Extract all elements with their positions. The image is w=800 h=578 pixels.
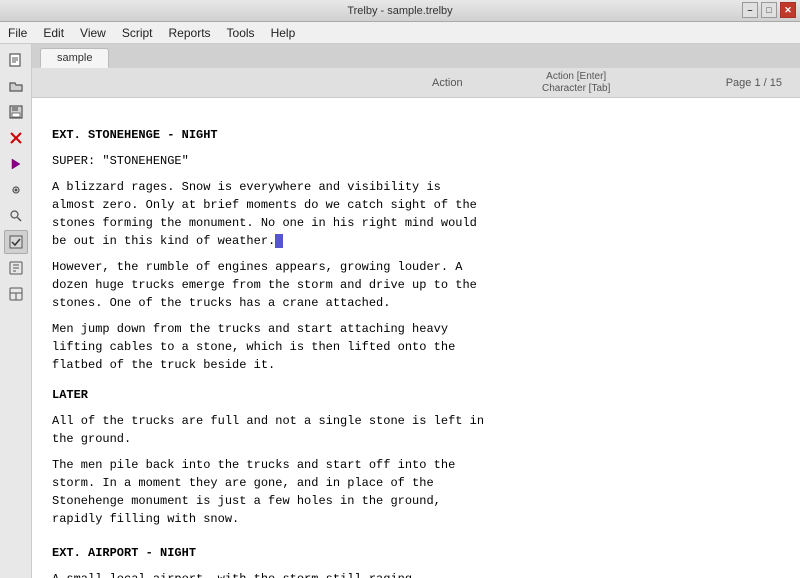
menu-item-edit[interactable]: Edit xyxy=(35,22,72,43)
scene-heading-2: EXT. AIRPORT - NIGHT xyxy=(52,544,760,562)
editor-wrapper: EXT. STONEHENGE - NIGHT SUPER: "STONEHEN… xyxy=(32,98,800,578)
action-5: The men pile back into the trucks and st… xyxy=(52,456,760,528)
menu-item-reports[interactable]: Reports xyxy=(161,22,219,43)
later-1: LATER xyxy=(52,386,760,404)
menu-item-file[interactable]: File xyxy=(0,22,35,43)
super-text-1: SUPER: "STONEHENGE" xyxy=(52,152,760,170)
titlebar: Trelby - sample.trelby – □ ✕ xyxy=(0,0,800,22)
menubar: FileEditViewScriptReportsToolsHelp xyxy=(0,22,800,44)
column-headers: Action Action [Enter]Character [Tab] Pag… xyxy=(32,68,800,98)
editor-container[interactable]: EXT. STONEHENGE - NIGHT SUPER: "STONEHEN… xyxy=(32,98,800,578)
text-cursor xyxy=(275,234,283,248)
tool-panel[interactable] xyxy=(4,282,28,306)
tool-open[interactable] xyxy=(4,74,28,98)
action-1: A blizzard rages. Snow is everywhere and… xyxy=(52,178,760,250)
tool-run[interactable] xyxy=(4,152,28,176)
menu-item-tools[interactable]: Tools xyxy=(219,22,263,43)
content-area: sample Action Action [Enter]Character [T… xyxy=(32,44,800,578)
main-layout: sample Action Action [Enter]Character [T… xyxy=(0,44,800,578)
col-page: Page 1 / 15 xyxy=(726,77,782,89)
col-action: Action xyxy=(432,77,463,89)
left-toolbar xyxy=(0,44,32,578)
tool-settings[interactable] xyxy=(4,178,28,202)
tab-sample[interactable]: sample xyxy=(40,48,109,68)
action-3: Men jump down from the trucks and start … xyxy=(52,320,760,374)
col-action-enter: Action [Enter]Character [Tab] xyxy=(542,71,610,95)
tab-bar: sample xyxy=(32,44,800,68)
titlebar-controls: – □ ✕ xyxy=(742,2,796,18)
script-content[interactable]: EXT. STONEHENGE - NIGHT SUPER: "STONEHEN… xyxy=(32,98,800,578)
menu-item-help[interactable]: Help xyxy=(263,22,304,43)
action-2: However, the rumble of engines appears, … xyxy=(52,258,760,312)
tool-close[interactable] xyxy=(4,126,28,150)
menu-item-script[interactable]: Script xyxy=(114,22,161,43)
tool-new[interactable] xyxy=(4,48,28,72)
scene-heading-1: EXT. STONEHENGE - NIGHT xyxy=(52,126,760,144)
tool-find[interactable] xyxy=(4,204,28,228)
tool-save[interactable] xyxy=(4,100,28,124)
maximize-button[interactable]: □ xyxy=(761,2,777,18)
action-4: All of the trucks are full and not a sin… xyxy=(52,412,760,448)
menu-item-view[interactable]: View xyxy=(72,22,114,43)
minimize-button[interactable]: – xyxy=(742,2,758,18)
tool-check[interactable] xyxy=(4,230,28,254)
close-button[interactable]: ✕ xyxy=(780,2,796,18)
titlebar-title: Trelby - sample.trelby xyxy=(8,5,792,17)
tool-config[interactable] xyxy=(4,256,28,280)
action-6: A small local airport, with the storm st… xyxy=(52,570,760,578)
